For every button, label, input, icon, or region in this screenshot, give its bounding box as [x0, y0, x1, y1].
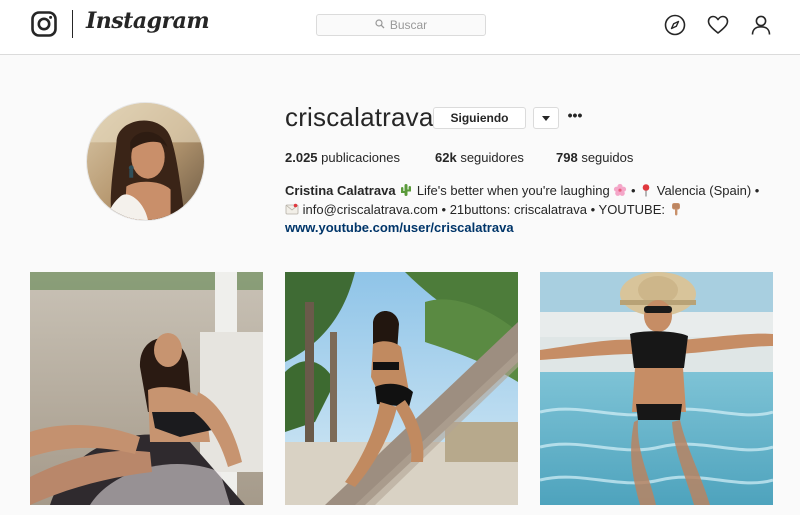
- following-label: seguidos: [581, 150, 634, 165]
- search-placeholder: Buscar: [389, 18, 428, 32]
- followers-count: 62k: [435, 150, 457, 165]
- suggestions-dropdown-button[interactable]: [533, 107, 559, 129]
- profile-full-name: Cristina Calatrava: [285, 183, 396, 198]
- followers-stat[interactable]: 62k seguidores: [435, 150, 524, 165]
- post-beach-sand[interactable]: [30, 272, 263, 505]
- envelope-emoji-icon: [285, 202, 299, 216]
- following-button[interactable]: Siguiendo: [433, 107, 526, 129]
- bio-website-link[interactable]: www.youtube.com/user/criscalatrava: [285, 220, 514, 235]
- profile-username: criscalatrava: [285, 102, 434, 132]
- search-icon: [375, 18, 385, 32]
- instagram-wordmark[interactable]: Instagram: [86, 8, 210, 34]
- more-options-button[interactable]: •••: [567, 108, 583, 126]
- bio-contact-line: info@criscalatrava.com • 21buttons: cris…: [302, 202, 665, 217]
- posts-count: 2.025: [285, 150, 318, 165]
- caret-down-icon: [542, 115, 550, 121]
- following-stat[interactable]: 798 seguidos: [556, 150, 633, 165]
- logo-divider: [72, 10, 73, 38]
- post-palm-tree[interactable]: [285, 272, 518, 505]
- posts-stat: 2.025 publicaciones: [285, 150, 400, 165]
- instagram-glyph-icon[interactable]: [31, 11, 57, 37]
- bio-tagline: Life's better when you're laughing: [416, 183, 610, 198]
- top-navigation-bar: Instagram Buscar: [0, 0, 800, 55]
- bio-location: Valencia (Spain) •: [656, 183, 760, 198]
- search-input[interactable]: Buscar: [316, 14, 486, 36]
- cherry-blossom-emoji-icon: [613, 183, 627, 197]
- posts-label: publicaciones: [321, 150, 400, 165]
- pointing-down-emoji-icon: [669, 202, 683, 216]
- profile-bio: Cristina Calatrava Life's better when yo…: [285, 181, 775, 219]
- compass-icon[interactable]: [664, 14, 686, 36]
- heart-icon[interactable]: [707, 14, 729, 36]
- cactus-emoji-icon: [399, 183, 413, 197]
- pin-emoji-icon: [639, 183, 653, 197]
- user-icon[interactable]: [750, 14, 772, 36]
- followers-label: seguidores: [460, 150, 524, 165]
- post-pool[interactable]: [540, 272, 773, 505]
- bio-separator: •: [630, 183, 636, 198]
- profile-avatar[interactable]: [86, 102, 205, 221]
- following-count: 798: [556, 150, 578, 165]
